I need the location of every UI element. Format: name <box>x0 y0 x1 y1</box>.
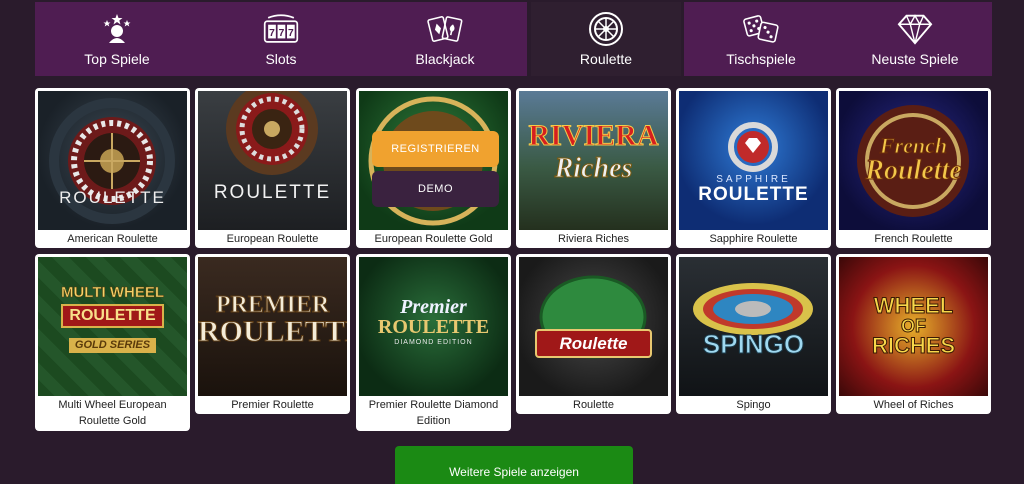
game-logo-line3: GOLD SERIES <box>68 338 157 353</box>
game-card-american-roulette[interactable]: ROULETTE American Roulette <box>35 88 190 248</box>
game-logo-line2: ROULETTE <box>61 304 164 328</box>
svg-text:7: 7 <box>279 28 285 39</box>
game-logo: Premier ROULETTE DIAMOND EDITION <box>359 297 508 346</box>
game-title: Wheel of Riches <box>873 399 954 411</box>
svg-text:7: 7 <box>269 28 275 39</box>
game-title: French Roulette <box>874 233 953 245</box>
game-card-multi-wheel-european-roulette-gold[interactable]: MULTI WHEEL ROULETTE GOLD SERIES Multi W… <box>35 254 190 431</box>
game-card-spingo[interactable]: SPINGO Spingo <box>676 254 831 414</box>
game-logo-line2: ROULETTE <box>377 316 490 338</box>
dice-icon <box>743 11 779 47</box>
game-thumbnail: ROULETTE <box>38 91 187 230</box>
game-thumbnail: ROULETTE <box>198 91 347 230</box>
nav-label: Roulette <box>579 51 633 67</box>
blackjack-cards-icon <box>427 11 463 47</box>
game-thumbnail: Roulette <box>519 257 668 396</box>
svg-text:7: 7 <box>288 28 294 39</box>
game-card-french-roulette[interactable]: French Roulette French Roulette <box>836 88 991 248</box>
game-logo-line3: RICHES <box>871 333 956 358</box>
nav-item-roulette[interactable]: Roulette <box>531 2 681 76</box>
game-thumbnail: MULTI WHEEL ROULETTE GOLD SERIES <box>38 257 187 396</box>
game-logo-line1: PREMIER <box>215 292 330 318</box>
game-logo-line2: OF <box>901 316 927 336</box>
register-button[interactable]: REGISTRIEREN <box>372 131 499 167</box>
game-thumbnail: SAPPHIRE ROULETTE <box>679 91 828 230</box>
nav-group-left: Top Spiele 7 7 7 Slots Blackjack <box>35 2 527 76</box>
game-logo: MULTI WHEEL ROULETTE GOLD SERIES <box>38 285 187 353</box>
nav-item-neuste-spiele[interactable]: Neuste Spiele <box>838 2 992 76</box>
roulette-wheel-icon <box>588 11 624 47</box>
game-logo: RIVIERA Riches <box>519 119 668 184</box>
game-title: Spingo <box>736 399 771 411</box>
game-title: Multi Wheel European Roulette Gold <box>58 399 167 427</box>
game-title: European Roulette <box>226 233 319 245</box>
game-thumbnail: French Roulette <box>839 91 988 230</box>
game-card-premier-roulette-diamond-edition[interactable]: Premier ROULETTE DIAMOND EDITION Premier… <box>356 254 511 431</box>
game-thumbnail: SPINGO <box>679 257 828 396</box>
nav-item-blackjack[interactable]: Blackjack <box>363 2 527 76</box>
game-card-european-roulette-gold[interactable]: REGISTRIEREN DEMO European Roulette Gold <box>356 88 511 248</box>
game-title: Sapphire Roulette <box>709 233 798 245</box>
game-title: Riviera Riches <box>558 233 629 245</box>
game-card-sapphire-roulette[interactable]: SAPPHIRE ROULETTE Sapphire Roulette <box>676 88 831 248</box>
nav-group-right: Tischspiele Neuste Spiele <box>684 2 992 76</box>
game-logo-line1: MULTI WHEEL <box>60 284 165 301</box>
game-logo-line1: RIVIERA <box>528 119 659 152</box>
nav-group-active: Roulette <box>531 2 681 76</box>
nav-label: Top Spiele <box>84 51 150 67</box>
game-thumbnail: Premier ROULETTE DIAMOND EDITION <box>359 257 508 396</box>
nav-label: Neuste Spiele <box>871 51 959 67</box>
game-thumbnail: RIVIERA Riches <box>519 91 668 230</box>
demo-button[interactable]: DEMO <box>372 171 499 207</box>
game-card-wheel-of-riches[interactable]: WHEEL OF RICHES Wheel of Riches <box>836 254 991 414</box>
nav-item-slots[interactable]: 7 7 7 Slots <box>199 2 363 76</box>
game-card-european-roulette[interactable]: ROULETTE European Roulette <box>195 88 350 248</box>
game-card-roulette[interactable]: Roulette Roulette <box>516 254 671 414</box>
game-thumbnail: REGISTRIEREN DEMO <box>359 91 508 230</box>
game-logo: PREMIER ROULETTE <box>198 292 347 348</box>
nav-item-tischspiele[interactable]: Tischspiele <box>684 2 838 76</box>
game-thumbnail: WHEEL OF RICHES <box>839 257 988 396</box>
game-title: Roulette <box>573 399 614 411</box>
game-logo-line3: DIAMOND EDITION <box>394 339 473 346</box>
show-more-games-button[interactable]: Weitere Spiele anzeigen <box>395 446 633 484</box>
game-title: European Roulette Gold <box>374 233 493 245</box>
game-thumbnail: PREMIER ROULETTE <box>198 257 347 396</box>
slots-icon: 7 7 7 <box>263 11 299 47</box>
game-logo-line2: Riches <box>554 153 633 184</box>
top-games-icon <box>99 11 135 47</box>
nav-label: Slots <box>265 51 297 67</box>
diamond-icon <box>897 11 933 47</box>
nav-label: Blackjack <box>415 51 475 67</box>
game-card-riviera-riches[interactable]: RIVIERA Riches Riviera Riches <box>516 88 671 248</box>
nav-item-top-spiele[interactable]: Top Spiele <box>35 2 199 76</box>
game-logo-line1: Premier <box>400 296 467 318</box>
game-title: Premier Roulette Diamond Edition <box>368 399 499 427</box>
game-title: Premier Roulette <box>231 399 314 411</box>
game-logo-line1: WHEEL <box>873 293 954 318</box>
game-card-premier-roulette[interactable]: PREMIER ROULETTE Premier Roulette <box>195 254 350 414</box>
nav-label: Tischspiele <box>726 51 796 67</box>
category-nav: Top Spiele 7 7 7 Slots Blackjack Roulett… <box>35 2 992 76</box>
game-title: American Roulette <box>67 233 158 245</box>
game-logo-line2: ROULETTE <box>198 315 347 348</box>
game-logo: WHEEL OF RICHES <box>839 293 988 358</box>
